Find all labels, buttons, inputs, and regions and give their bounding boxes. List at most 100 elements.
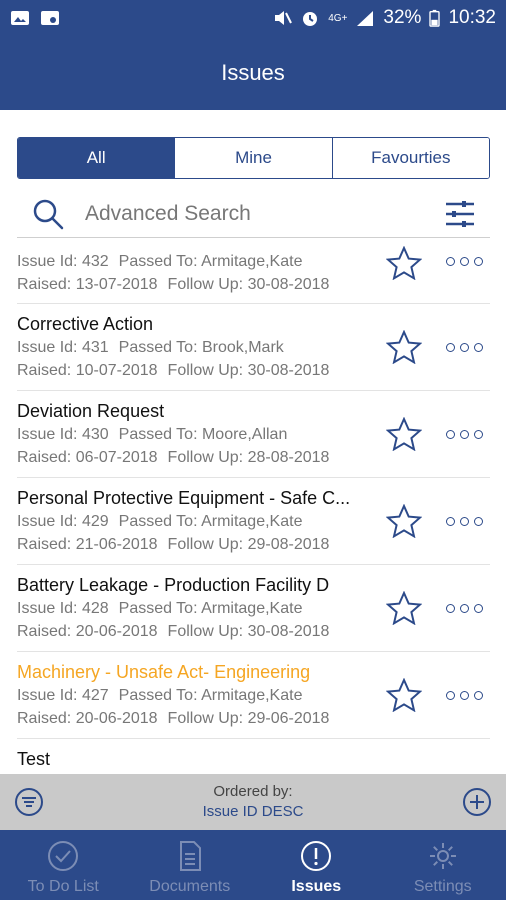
favourite-star-icon[interactable] (386, 504, 422, 538)
tab-to-do-list[interactable]: To Do List (0, 830, 127, 900)
search-row[interactable]: Advanced Search (17, 190, 490, 238)
passed-to: Armitage,Kate (201, 253, 303, 270)
more-options-icon[interactable] (446, 340, 488, 354)
more-options-icon[interactable] (446, 427, 488, 441)
issue-title: Battery Leakage - Production Facility D (17, 575, 330, 595)
list-item[interactable]: Issue Id: 432 Passed To: Armitage,Kate Ra… (17, 246, 490, 304)
issue-title: Corrective Action (17, 314, 154, 334)
issue-id: 428 (81, 600, 109, 617)
follow-up-date: 30-08-2018 (247, 623, 330, 640)
clock: 10:32 (448, 7, 496, 28)
passed-to: Brook,Mark (201, 339, 284, 356)
raised-label: Raised: (17, 276, 72, 293)
favourite-star-icon[interactable] (386, 591, 422, 625)
favourite-star-icon[interactable] (386, 678, 422, 712)
passed-to-label: Passed To: (118, 426, 198, 443)
app-bar: Issues (0, 36, 506, 110)
sort-filter-icon[interactable] (14, 787, 44, 817)
issue-title: Personal Protective Equipment - Safe C..… (17, 488, 351, 508)
tab-issues[interactable]: Issues (253, 830, 380, 900)
list-item[interactable]: Machinery - Unsafe Act- Engineering Issu… (17, 660, 490, 739)
list-item[interactable]: Personal Protective Equipment - Safe C..… (17, 486, 490, 565)
issue-id-label: Issue Id: (17, 600, 78, 617)
advanced-search-input[interactable]: Advanced Search (85, 202, 444, 226)
more-options-icon[interactable] (446, 254, 488, 268)
order-label: Ordered by: (213, 783, 293, 800)
order-value: Issue ID DESC (202, 803, 304, 820)
issue-title: Test (17, 749, 51, 769)
status-bar: 4G+ 32% 10:32 (0, 0, 506, 36)
follow-up-label: Follow Up: (167, 623, 244, 640)
raised-date: 13-07-2018 (75, 276, 158, 293)
list-item[interactable]: Battery Leakage - Production Facility D … (17, 573, 490, 652)
order-info[interactable]: Ordered by: Issue ID DESC (58, 782, 448, 822)
passed-to-label: Passed To: (118, 253, 198, 270)
issue-list: Issue Id: 432 Passed To: Armitage,Kate Ra… (0, 240, 506, 774)
tab-settings[interactable]: Settings (380, 830, 506, 900)
raised-date: 20-06-2018 (75, 710, 158, 727)
raised-label: Raised: (17, 449, 72, 466)
segment-favourites[interactable]: Favourties (332, 138, 489, 178)
add-issue-icon[interactable] (462, 787, 492, 817)
more-options-icon[interactable] (446, 601, 488, 615)
raised-date: 20-06-2018 (75, 623, 158, 640)
issue-title: Deviation Request (17, 401, 165, 421)
list-item[interactable]: Test (17, 747, 490, 774)
list-item[interactable]: Corrective Action Issue Id: 431 Passed To… (17, 312, 490, 391)
more-options-icon[interactable] (446, 688, 488, 702)
raised-date: 21-06-2018 (75, 536, 158, 553)
issue-title: Machinery - Unsafe Act- Engineering (17, 662, 311, 682)
alarm-icon (303, 12, 318, 26)
segment-all[interactable]: All (18, 138, 176, 178)
tab-documents[interactable]: Documents (127, 830, 254, 900)
passed-to-label: Passed To: (118, 687, 198, 704)
issue-id: 430 (81, 426, 109, 443)
segment-mine[interactable]: Mine (175, 138, 333, 178)
raised-date: 10-07-2018 (75, 362, 158, 379)
exclamation-circle-icon (301, 841, 332, 871)
bottom-tab-bar: To Do List Documents Issues Settings (0, 830, 506, 900)
passed-to: Moore,Allan (201, 426, 288, 443)
gallery-notification-icon (11, 11, 29, 25)
issue-id-label: Issue Id: (17, 513, 78, 530)
favourite-star-icon[interactable] (386, 417, 422, 451)
follow-up-date: 30-08-2018 (247, 276, 330, 293)
tab-label: Documents (149, 878, 231, 895)
settings-notification-icon (41, 11, 59, 25)
issue-id: 431 (81, 339, 109, 356)
favourite-star-icon[interactable] (386, 246, 422, 280)
check-circle-icon (48, 841, 79, 871)
filter-segmented-control: All Mine Favourties (17, 137, 490, 179)
search-icon[interactable] (31, 197, 65, 231)
filter-settings-icon[interactable] (444, 199, 476, 229)
follow-up-date: 28-08-2018 (247, 449, 330, 466)
issue-id-label: Issue Id: (17, 339, 78, 356)
network-type: 4G+ (328, 12, 348, 24)
follow-up-label: Follow Up: (167, 362, 244, 379)
raised-date: 06-07-2018 (75, 449, 158, 466)
passed-to-label: Passed To: (118, 600, 198, 617)
favourite-star-icon[interactable] (386, 330, 422, 364)
follow-up-date: 30-08-2018 (247, 362, 330, 379)
follow-up-label: Follow Up: (167, 710, 244, 727)
gear-icon (429, 843, 456, 869)
order-bar: Ordered by: Issue ID DESC (0, 774, 506, 830)
follow-up-date: 29-08-2018 (247, 536, 330, 553)
follow-up-label: Follow Up: (167, 449, 244, 466)
raised-label: Raised: (17, 710, 72, 727)
tab-label: To Do List (27, 878, 99, 895)
battery-percent: 32% (383, 7, 422, 28)
passed-to: Armitage,Kate (201, 513, 303, 530)
passed-to: Armitage,Kate (201, 687, 303, 704)
passed-to: Armitage,Kate (201, 600, 303, 617)
list-item[interactable]: Deviation Request Issue Id: 430 Passed To… (17, 399, 490, 478)
signal-icon (357, 11, 374, 26)
mute-icon (275, 11, 293, 25)
raised-label: Raised: (17, 362, 72, 379)
issue-id-label: Issue Id: (17, 426, 78, 443)
more-options-icon[interactable] (446, 514, 488, 528)
passed-to-label: Passed To: (118, 339, 198, 356)
document-icon (179, 841, 201, 871)
passed-to-label: Passed To: (118, 513, 198, 530)
issue-id: 427 (81, 687, 109, 704)
